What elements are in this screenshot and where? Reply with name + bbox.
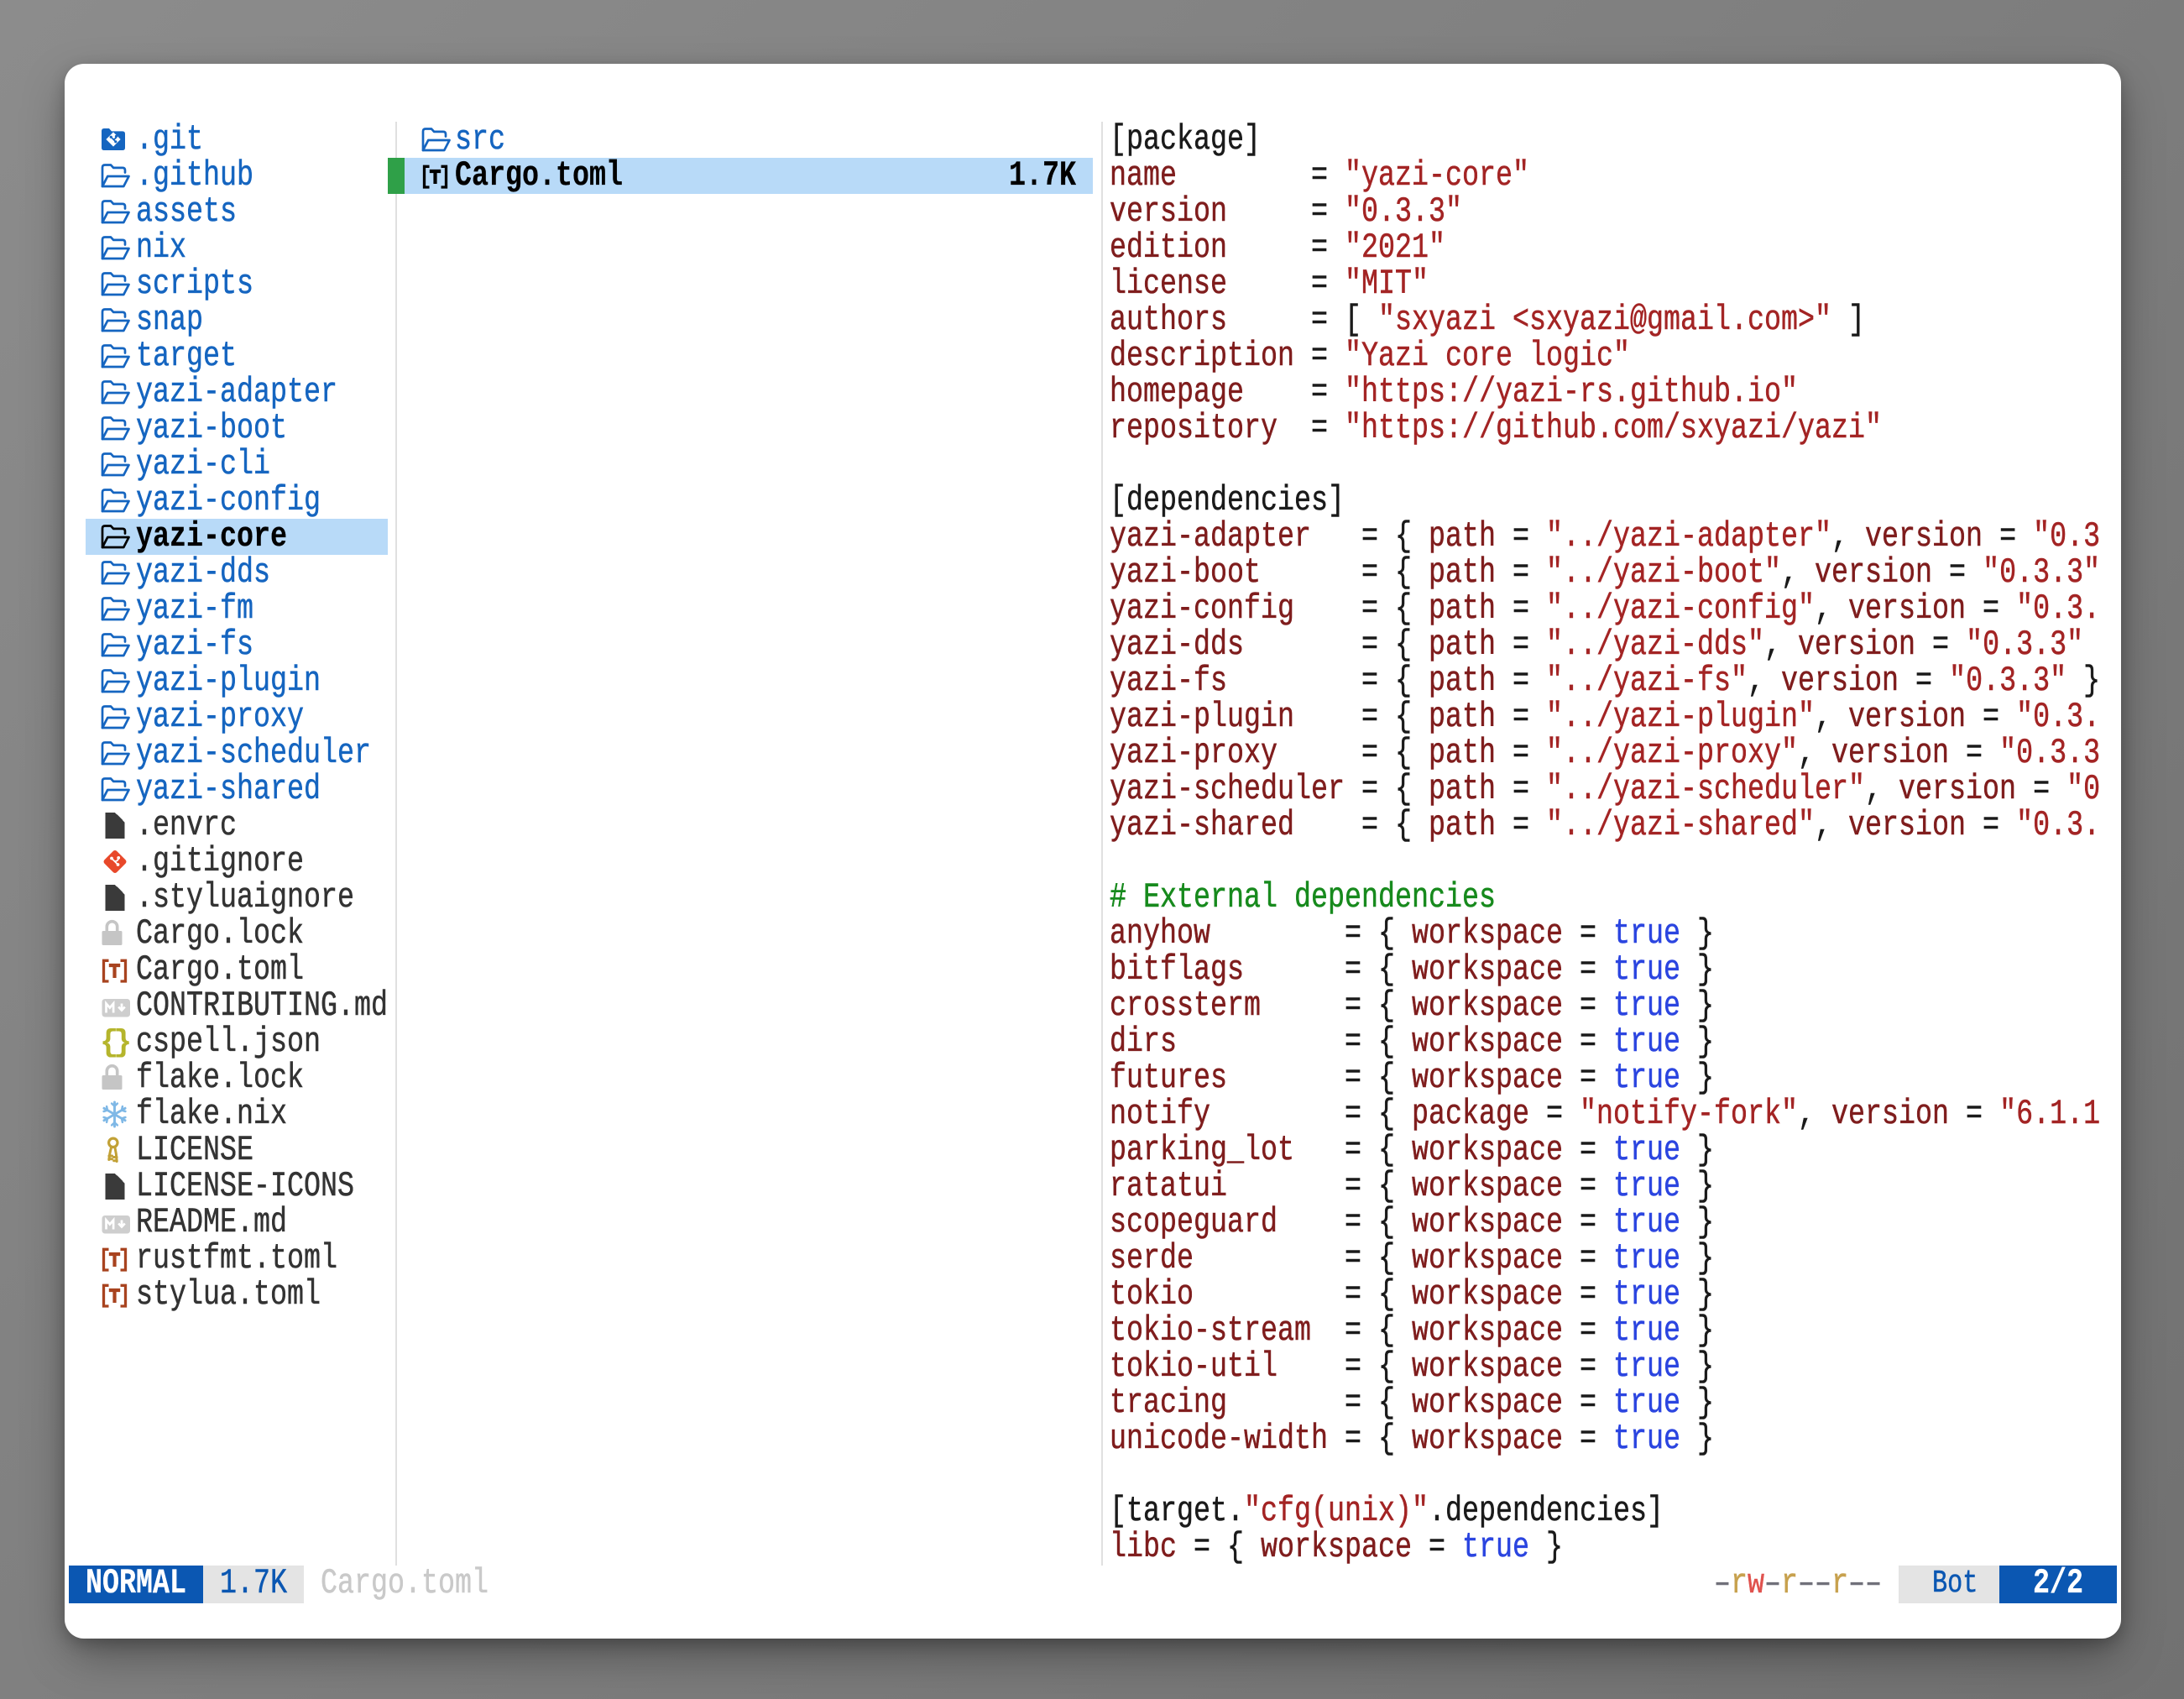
svg-text:}: } xyxy=(113,1026,130,1060)
